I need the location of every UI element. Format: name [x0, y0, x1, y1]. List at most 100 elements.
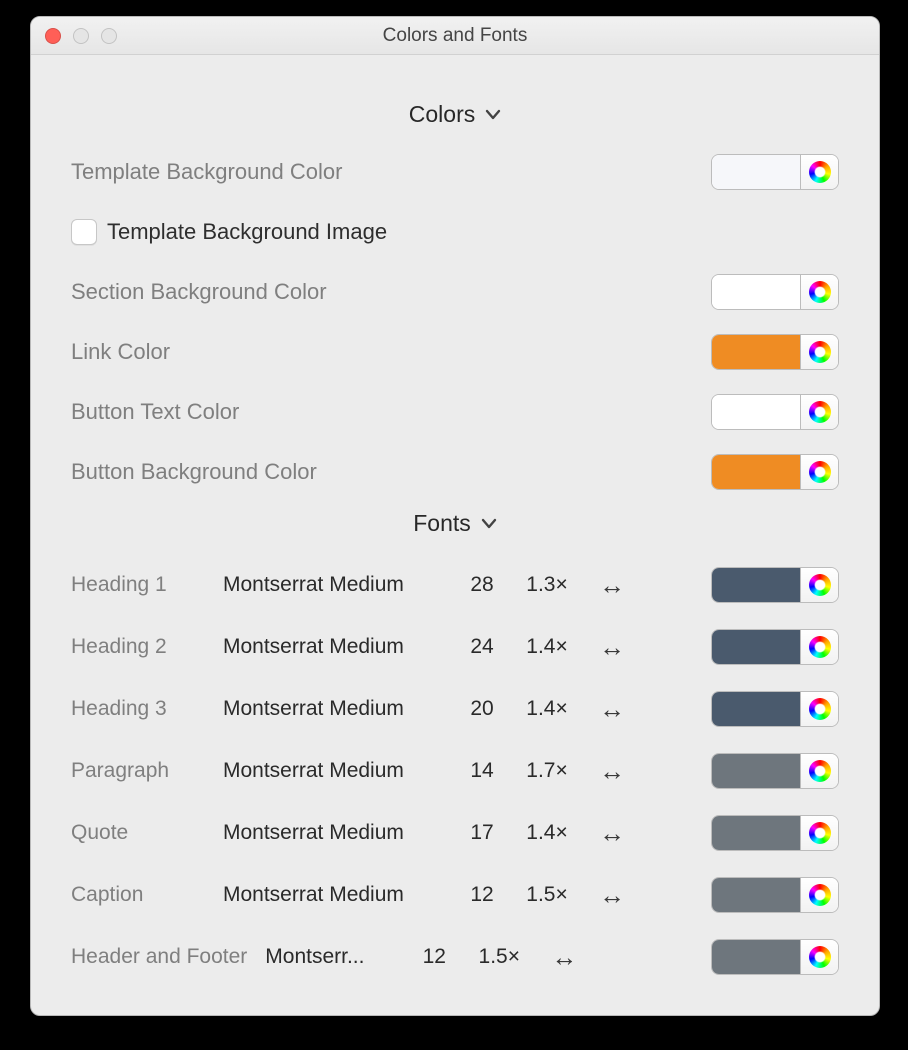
color-wheel-icon — [809, 574, 831, 596]
font-color-swatch — [712, 940, 800, 974]
font-face-button[interactable]: Montserrat Medium — [223, 573, 453, 597]
fonts-list: Heading 1 Montserrat Medium 28 1.3× ↔ He… — [71, 563, 839, 979]
link-color-well[interactable] — [711, 334, 839, 370]
line-height-button[interactable]: 1.7× — [511, 759, 583, 783]
template-bg-image-row: Template Background Image — [71, 210, 839, 254]
color-wheel-icon — [809, 822, 831, 844]
color-wheel-icon — [809, 884, 831, 906]
letter-spacing-button[interactable]: ↔ — [583, 694, 641, 725]
letter-spacing-button[interactable]: ↔ — [583, 818, 641, 849]
font-face-button[interactable]: Montserrat Medium — [223, 821, 453, 845]
font-size-button[interactable]: 20 — [453, 697, 511, 721]
color-picker-button[interactable] — [800, 630, 838, 664]
template-bg-image-checkbox[interactable] — [71, 219, 97, 245]
font-size-button[interactable]: 12 — [405, 945, 463, 969]
letter-spacing-button[interactable]: ↔ — [535, 942, 593, 973]
button-text-color-label: Button Text Color — [71, 399, 239, 425]
font-row: Header and Footer Montserr... 12 1.5× ↔ — [71, 935, 839, 979]
chevron-down-icon — [481, 518, 497, 530]
close-window-button[interactable] — [45, 28, 61, 44]
font-color-well[interactable] — [711, 629, 839, 665]
line-height-button[interactable]: 1.4× — [511, 635, 583, 659]
color-wheel-icon — [809, 281, 831, 303]
font-name-label: Caption — [71, 883, 223, 907]
font-face-button[interactable]: Montserr... — [265, 945, 405, 969]
font-color-well[interactable] — [711, 753, 839, 789]
font-row: Heading 2 Montserrat Medium 24 1.4× ↔ — [71, 625, 839, 669]
button-text-color-swatch — [712, 395, 800, 429]
template-bg-label: Template Background Color — [71, 159, 342, 185]
font-color-well[interactable] — [711, 691, 839, 727]
color-wheel-icon — [809, 636, 831, 658]
button-bg-color-well[interactable] — [711, 454, 839, 490]
template-bg-color-well[interactable] — [711, 154, 839, 190]
font-row: Quote Montserrat Medium 17 1.4× ↔ — [71, 811, 839, 855]
color-picker-button[interactable] — [800, 335, 838, 369]
title-bar: Colors and Fonts — [31, 17, 879, 55]
window-controls — [45, 28, 117, 44]
color-picker-button[interactable] — [800, 155, 838, 189]
line-height-button[interactable]: 1.5× — [511, 883, 583, 907]
color-picker-button[interactable] — [800, 568, 838, 602]
font-color-well[interactable] — [711, 939, 839, 975]
line-height-button[interactable]: 1.4× — [511, 697, 583, 721]
letter-spacing-button[interactable]: ↔ — [583, 880, 641, 911]
section-bg-swatch — [712, 275, 800, 309]
color-picker-button[interactable] — [800, 275, 838, 309]
color-picker-button[interactable] — [800, 395, 838, 429]
letter-spacing-button[interactable]: ↔ — [583, 756, 641, 787]
font-color-well[interactable] — [711, 815, 839, 851]
font-size-button[interactable]: 12 — [453, 883, 511, 907]
letter-spacing-button[interactable]: ↔ — [583, 570, 641, 601]
font-color-swatch — [712, 878, 800, 912]
color-picker-button[interactable] — [800, 455, 838, 489]
font-face-button[interactable]: Montserrat Medium — [223, 759, 453, 783]
section-bg-color-well[interactable] — [711, 274, 839, 310]
color-picker-button[interactable] — [800, 692, 838, 726]
font-face-button[interactable]: Montserrat Medium — [223, 635, 453, 659]
color-picker-button[interactable] — [800, 940, 838, 974]
button-bg-color-row: Button Background Color — [71, 450, 839, 494]
color-picker-button[interactable] — [800, 878, 838, 912]
template-bg-image-label: Template Background Image — [107, 219, 387, 245]
chevron-down-icon — [485, 109, 501, 121]
section-bg-label: Section Background Color — [71, 279, 327, 305]
font-name-label: Heading 1 — [71, 573, 223, 597]
font-face-button[interactable]: Montserrat Medium — [223, 697, 453, 721]
font-size-button[interactable]: 28 — [453, 573, 511, 597]
font-face-button[interactable]: Montserrat Medium — [223, 883, 453, 907]
font-name-label: Paragraph — [71, 759, 223, 783]
font-color-well[interactable] — [711, 877, 839, 913]
link-color-row: Link Color — [71, 330, 839, 374]
font-color-well[interactable] — [711, 567, 839, 603]
font-row: Caption Montserrat Medium 12 1.5× ↔ — [71, 873, 839, 917]
link-color-label: Link Color — [71, 339, 170, 365]
colors-section-label: Colors — [409, 101, 475, 128]
color-picker-button[interactable] — [800, 754, 838, 788]
line-height-button[interactable]: 1.5× — [463, 945, 535, 969]
line-height-button[interactable]: 1.4× — [511, 821, 583, 845]
font-name-label: Header and Footer — [71, 945, 247, 969]
maximize-window-button[interactable] — [101, 28, 117, 44]
font-color-swatch — [712, 816, 800, 850]
font-row: Paragraph Montserrat Medium 14 1.7× ↔ — [71, 749, 839, 793]
fonts-section-label: Fonts — [413, 510, 471, 537]
minimize-window-button[interactable] — [73, 28, 89, 44]
font-size-button[interactable]: 24 — [453, 635, 511, 659]
color-picker-button[interactable] — [800, 816, 838, 850]
button-text-color-well[interactable] — [711, 394, 839, 430]
font-size-button[interactable]: 14 — [453, 759, 511, 783]
font-row: Heading 3 Montserrat Medium 20 1.4× ↔ — [71, 687, 839, 731]
section-bg-row: Section Background Color — [71, 270, 839, 314]
font-name-label: Quote — [71, 821, 223, 845]
color-wheel-icon — [809, 946, 831, 968]
fonts-section-toggle[interactable]: Fonts — [71, 510, 839, 537]
line-height-button[interactable]: 1.3× — [511, 573, 583, 597]
color-wheel-icon — [809, 401, 831, 423]
button-text-color-row: Button Text Color — [71, 390, 839, 434]
color-wheel-icon — [809, 461, 831, 483]
letter-spacing-button[interactable]: ↔ — [583, 632, 641, 663]
font-size-button[interactable]: 17 — [453, 821, 511, 845]
font-color-swatch — [712, 754, 800, 788]
colors-section-toggle[interactable]: Colors — [71, 101, 839, 128]
